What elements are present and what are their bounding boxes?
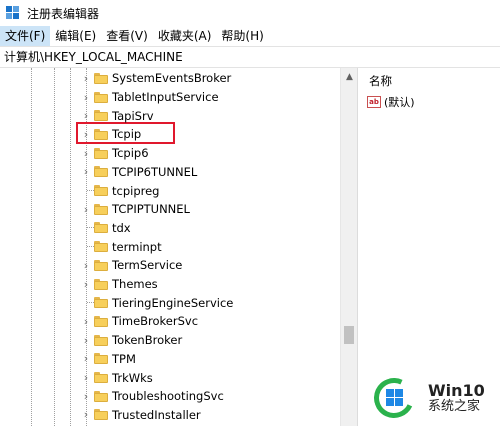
tree-item-tapisrv[interactable]: › TapiSrv [0, 106, 340, 125]
values-pane[interactable]: 名称 ab (默认) [361, 68, 500, 426]
tree-connector [87, 190, 94, 192]
tree-connector [87, 246, 94, 248]
tree-item-timebrokersvc[interactable]: › TimeBrokerSvc [0, 312, 340, 331]
menu-file[interactable]: 文件(F) [0, 26, 51, 46]
folder-icon [94, 409, 108, 421]
win10-logo-icon [368, 372, 420, 424]
tree-item-label: TimeBrokerSvc [112, 314, 199, 329]
tree-item-themes[interactable]: › Themes [0, 275, 340, 294]
tree-item-label: TapiSrv [112, 108, 154, 123]
watermark-title: Win10 [428, 381, 485, 401]
expand-chevron-icon[interactable]: › [81, 333, 91, 347]
string-value-icon: ab [367, 96, 381, 108]
watermark-subtitle: 系统之家 [428, 398, 481, 414]
tree-item-label: Tcpip6 [112, 146, 149, 161]
tree-connector [87, 227, 94, 229]
window-title: 注册表编辑器 [27, 6, 100, 21]
tree-item-label: TrustedInstaller [112, 407, 201, 422]
expand-chevron-icon[interactable]: › [81, 352, 91, 366]
tree-item-tabletinputservice[interactable]: › TabletInputService [0, 88, 340, 107]
value-row[interactable]: ab (默认) [367, 94, 415, 110]
tree-item-label: TrkWks [112, 370, 153, 385]
menu-view[interactable]: 查看(V) [101, 26, 153, 46]
folder-icon [94, 166, 108, 178]
watermark: Win10 系统之家 [368, 372, 485, 424]
expand-chevron-icon[interactable]: › [81, 371, 91, 385]
folder-icon [94, 203, 108, 215]
folder-icon [94, 110, 108, 122]
tree-item-label: TieringEngineService [112, 295, 234, 310]
tree-item-label: terminpt [112, 239, 162, 254]
tree-item-trkwks[interactable]: › TrkWks [0, 368, 340, 387]
address-bar[interactable]: 计算机\HKEY_LOCAL_MACHINE [0, 46, 500, 68]
tree-item-label: SystemEventsBroker [112, 71, 232, 86]
expand-chevron-icon[interactable]: › [81, 146, 91, 160]
tree-item-label: Themes [112, 277, 158, 292]
tree-item-label: TermService [112, 258, 183, 273]
tree-item-label: tdx [112, 220, 131, 235]
folder-icon [94, 91, 108, 103]
folder-icon [94, 147, 108, 159]
expand-chevron-icon[interactable]: › [81, 71, 91, 85]
tree-item-tieringengineservice[interactable]: TieringEngineService [0, 293, 340, 312]
tree-item-tcpip6[interactable]: › Tcpip6 [0, 144, 340, 163]
expand-chevron-icon[interactable]: › [81, 127, 91, 141]
expand-chevron-icon[interactable]: › [81, 277, 91, 291]
registry-tree[interactable]: › SystemEventsBroker › TabletInputService › T… [0, 68, 340, 426]
tree-item-label: TCPIP6TUNNEL [112, 164, 198, 179]
folder-icon [94, 334, 108, 346]
tree-item-label: TroubleshootingSvc [112, 389, 224, 404]
tree-item-label: TokenBroker [112, 333, 183, 348]
tree-connector [87, 302, 94, 304]
folder-icon [94, 128, 108, 140]
menu-edit[interactable]: 编辑(E) [50, 26, 101, 46]
menu-bar: 文件(F) 编辑(E) 查看(V) 收藏夹(A) 帮助(H) [0, 26, 500, 46]
folder-icon [94, 297, 108, 309]
folder-icon [94, 353, 108, 365]
tree-item-label: tcpipreg [112, 183, 160, 198]
tree-item-tokenbroker[interactable]: › TokenBroker [0, 331, 340, 350]
tree-item-label: TPM [112, 351, 136, 366]
folder-icon [94, 222, 108, 234]
expand-chevron-icon[interactable]: › [81, 90, 91, 104]
tree-item-tcpip[interactable]: › Tcpip [0, 125, 340, 144]
folder-icon [94, 185, 108, 197]
tree-item-label: TCPIPTUNNEL [112, 202, 190, 217]
expand-chevron-icon[interactable]: › [81, 202, 91, 216]
tree-item-termservice[interactable]: › TermService [0, 256, 340, 275]
tree-item-tcpip6tunnel[interactable]: › TCPIP6TUNNEL [0, 163, 340, 182]
title-bar: 注册表编辑器 [0, 0, 500, 26]
tree-item-tpm[interactable]: › TPM [0, 350, 340, 369]
tree-item-label: Tcpip [112, 127, 142, 142]
folder-icon [94, 372, 108, 384]
column-header-name[interactable]: 名称 [369, 73, 392, 89]
menu-favorites[interactable]: 收藏夹(A) [153, 26, 217, 46]
tree-item-systemeventsbroker[interactable]: › SystemEventsBroker [0, 69, 340, 88]
folder-icon [94, 72, 108, 84]
folder-icon [94, 241, 108, 253]
tree-item-label: TabletInputService [112, 90, 219, 105]
folder-icon [94, 278, 108, 290]
menu-help[interactable]: 帮助(H) [216, 26, 268, 46]
tree-item-tdx[interactable]: tdx [0, 219, 340, 238]
folder-icon [94, 259, 108, 271]
tree-item-trustedinstaller[interactable]: › TrustedInstaller [0, 406, 340, 425]
scroll-up-arrow-icon[interactable]: ▲ [341, 68, 358, 85]
folder-icon [94, 315, 108, 327]
expand-chevron-icon[interactable]: › [81, 314, 91, 328]
tree-item-tcpiptunnel[interactable]: › TCPIPTUNNEL [0, 200, 340, 219]
scroll-thumb[interactable] [344, 326, 354, 344]
expand-chevron-icon[interactable]: › [81, 389, 91, 403]
tree-scrollbar[interactable]: ▲ [340, 68, 357, 426]
registry-editor-icon [6, 6, 20, 20]
expand-chevron-icon[interactable]: › [81, 258, 91, 272]
tree-item-terminpt[interactable]: terminpt [0, 237, 340, 256]
folder-icon [94, 390, 108, 402]
expand-chevron-icon[interactable]: › [81, 109, 91, 123]
expand-chevron-icon[interactable]: › [81, 165, 91, 179]
expand-chevron-icon[interactable]: › [81, 408, 91, 422]
tree-item-troubleshootingsvc[interactable]: › TroubleshootingSvc [0, 387, 340, 406]
tree-item-tcpipreg[interactable]: tcpipreg [0, 181, 340, 200]
value-name: (默认) [384, 96, 415, 109]
